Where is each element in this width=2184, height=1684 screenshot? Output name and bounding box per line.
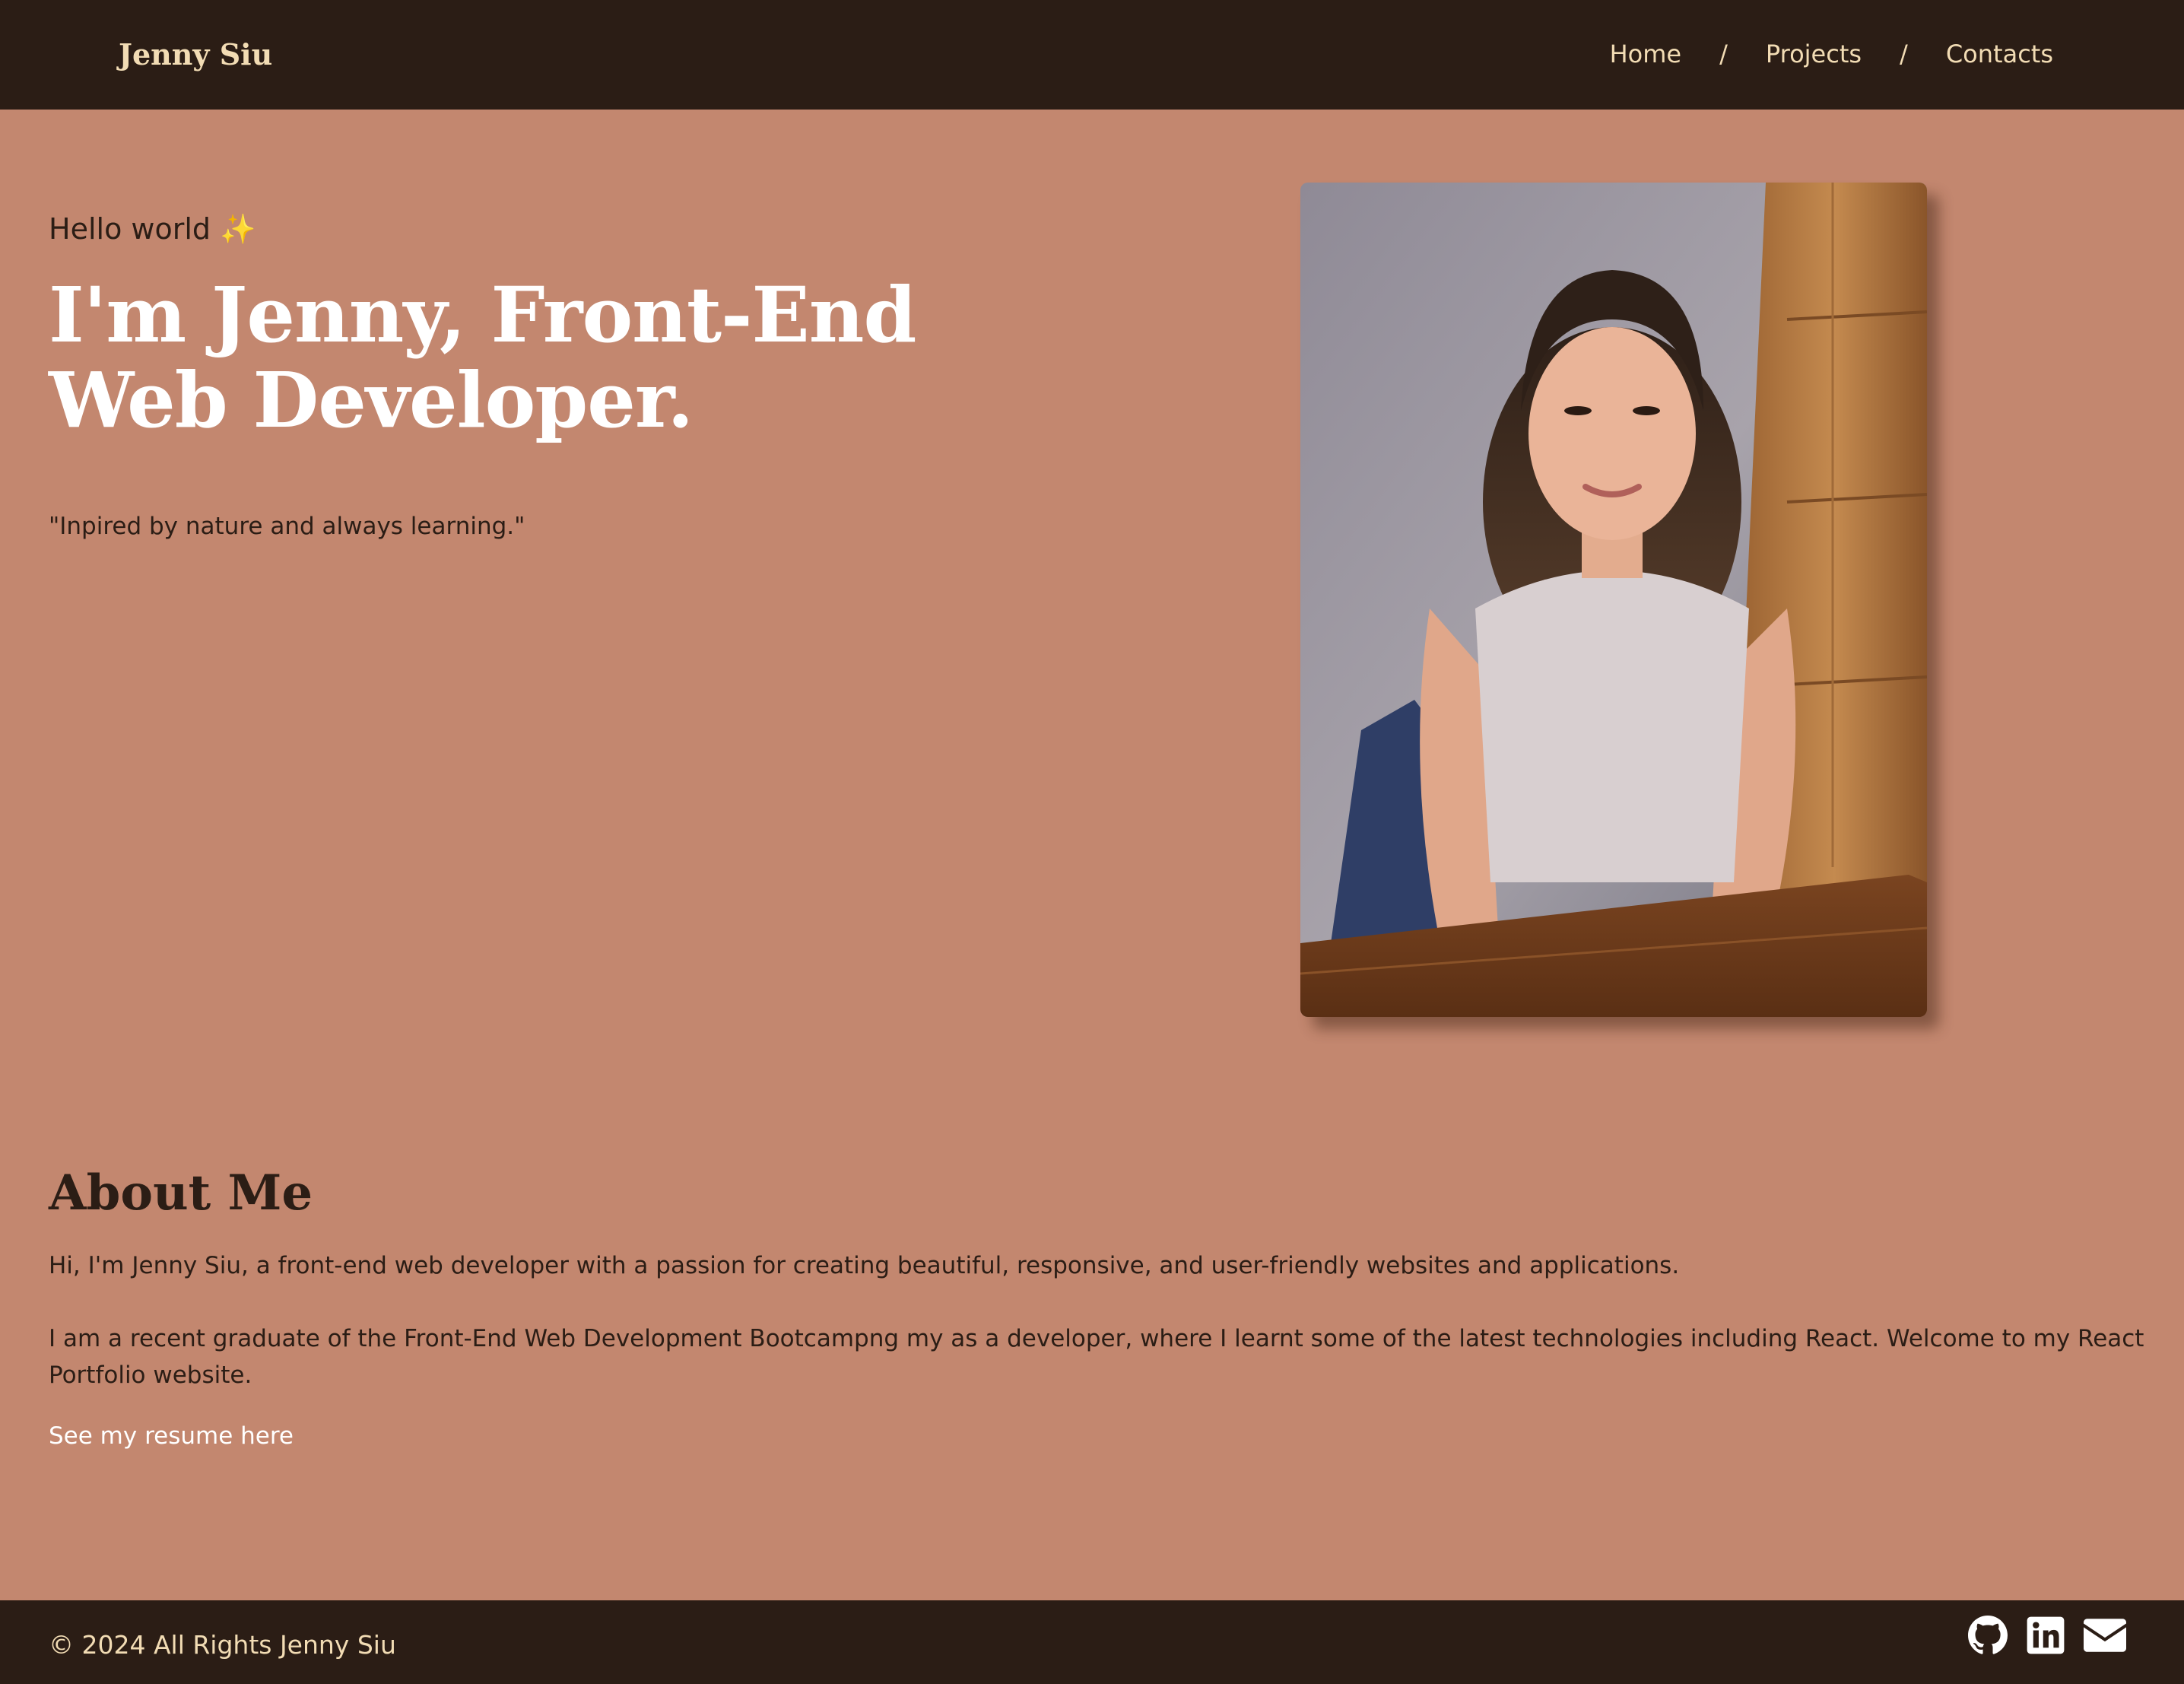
about-title: About Me	[49, 1165, 313, 1222]
main-nav: Home / Projects / Contacts	[1610, 35, 2053, 73]
resume-link[interactable]: See my resume here	[49, 1418, 294, 1454]
hero-title: I'm Jenny, Front-End Web Developer.	[49, 270, 916, 445]
envelope-icon[interactable]	[2084, 1616, 2126, 1655]
site-header: Jenny Siu Home / Projects / Contacts	[0, 0, 2184, 110]
profile-photo	[1300, 183, 1927, 1017]
hero-tagline: "Inpired by nature and always learning."	[49, 513, 525, 540]
site-brand[interactable]: Jenny Siu	[119, 33, 272, 76]
about-paragraph-bootcamp: I am a recent graduate of the Front-End …	[49, 1325, 2144, 1389]
linkedin-icon[interactable]	[2026, 1616, 2065, 1655]
nav-link-projects[interactable]: Projects	[1766, 40, 1862, 68]
hero-greeting-text: Hello world	[49, 212, 211, 246]
sparkles-icon: ✨	[220, 212, 256, 246]
hero-greeting: Hello world ✨	[49, 208, 256, 249]
github-icon[interactable]	[1968, 1616, 2008, 1655]
about-paragraph-intro: Hi, I'm Jenny Siu, a front-end web devel…	[49, 1252, 1680, 1279]
nav-separator: /	[1900, 40, 1908, 68]
site-footer: © 2024 All Rights Jenny Siu	[0, 1600, 2184, 1684]
footer-copyright: © 2024 All Rights Jenny Siu	[49, 1630, 396, 1660]
nav-link-contacts[interactable]: Contacts	[1946, 40, 2053, 68]
nav-separator: /	[1719, 40, 1728, 68]
nav-link-home[interactable]: Home	[1610, 40, 1682, 68]
